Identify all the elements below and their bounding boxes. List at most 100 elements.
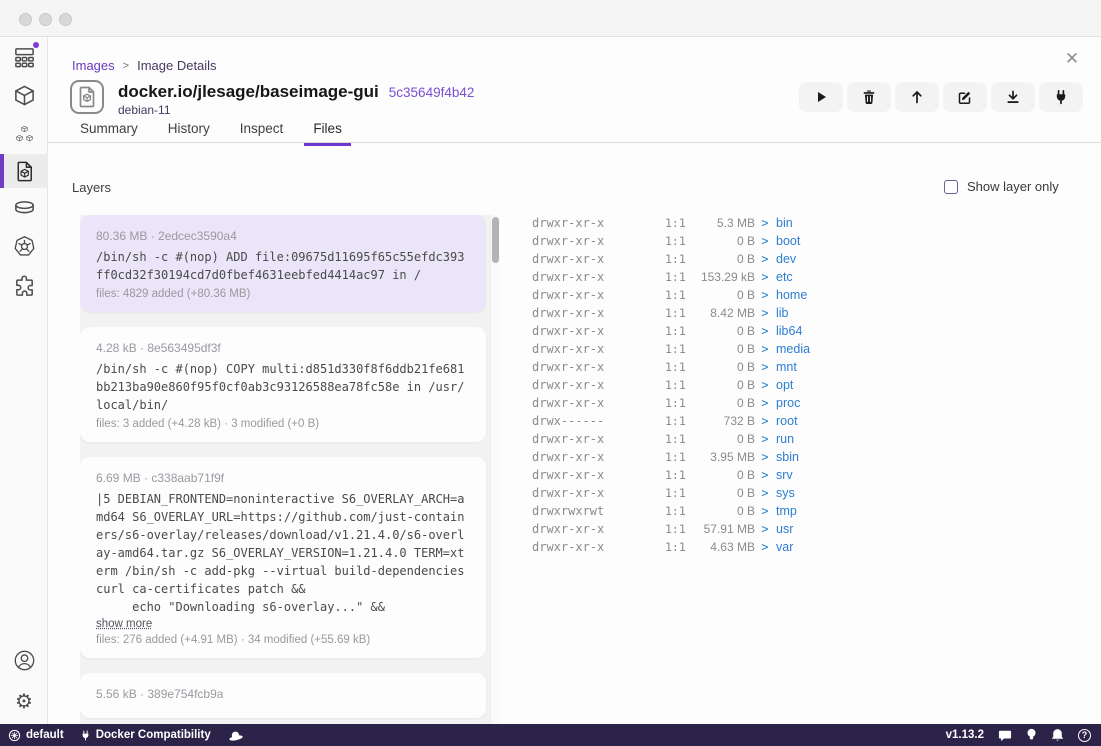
chevron-right-icon[interactable]: > xyxy=(755,376,775,394)
layer-card[interactable]: 4.28 kB · 8e563495df3f/bin/sh -c #(nop) … xyxy=(80,327,486,442)
chevron-right-icon[interactable]: > xyxy=(755,322,775,340)
sidebar-item-pods[interactable] xyxy=(0,115,48,154)
file-row[interactable]: drwxr-xr-x1:10 B>opt xyxy=(532,376,962,394)
file-name[interactable]: sys xyxy=(775,484,962,502)
close-icon[interactable]: ✕ xyxy=(1062,49,1082,69)
save-image-button[interactable] xyxy=(991,82,1035,112)
file-name[interactable]: run xyxy=(775,430,962,448)
chevron-right-icon[interactable]: > xyxy=(755,502,775,520)
layer-files-summary: files: 4829 added (+80.36 MB) xyxy=(96,288,470,300)
file-name[interactable]: bin xyxy=(775,214,962,232)
sidebar-item-settings[interactable]: ⚙ xyxy=(0,680,48,724)
layer-card[interactable]: 5.56 kB · 389e754fcb9a xyxy=(80,673,486,718)
file-name[interactable]: srv xyxy=(775,466,962,484)
feedback-button[interactable] xyxy=(998,729,1012,742)
file-row[interactable]: drwxr-xr-x1:10 B>home xyxy=(532,286,962,304)
chevron-right-icon[interactable]: > xyxy=(755,466,775,484)
show-layer-only-checkbox[interactable] xyxy=(944,180,958,194)
layers-scrollbar[interactable] xyxy=(490,215,500,724)
chevron-right-icon[interactable]: > xyxy=(755,286,775,304)
file-row[interactable]: drwxr-xr-x1:13.95 MB>sbin xyxy=(532,448,962,466)
help-icon[interactable]: ? xyxy=(1078,729,1091,742)
file-row[interactable]: drwxr-xr-x1:10 B>proc xyxy=(532,394,962,412)
sidebar-item-volumes[interactable] xyxy=(0,188,48,227)
file-name[interactable]: etc xyxy=(775,268,962,286)
breadcrumb-images-link[interactable]: Images xyxy=(72,58,115,73)
chevron-right-icon[interactable]: > xyxy=(755,250,775,268)
traffic-light-zoom-icon[interactable] xyxy=(59,13,72,26)
chevron-right-icon[interactable]: > xyxy=(755,538,775,556)
chevron-right-icon[interactable]: > xyxy=(755,412,775,430)
file-permissions: drwxr-xr-x xyxy=(532,520,665,538)
chevron-right-icon[interactable]: > xyxy=(755,394,775,412)
file-row[interactable]: drwxr-xr-x1:10 B>srv xyxy=(532,466,962,484)
show-more-link[interactable]: show more xyxy=(96,618,152,630)
file-name[interactable]: opt xyxy=(775,376,962,394)
file-row[interactable]: drwxr-xr-x1:10 B>dev xyxy=(532,250,962,268)
chevron-right-icon[interactable]: > xyxy=(755,268,775,286)
chevron-right-icon[interactable]: > xyxy=(755,520,775,538)
delete-image-button[interactable] xyxy=(847,82,891,112)
hat-icon xyxy=(227,729,244,742)
chevron-right-icon[interactable]: > xyxy=(755,304,775,322)
file-row[interactable]: drwxr-xr-x1:10 B>media xyxy=(532,340,962,358)
chevron-right-icon[interactable]: > xyxy=(755,484,775,502)
chevron-right-icon[interactable]: > xyxy=(755,232,775,250)
file-name[interactable]: lib xyxy=(775,304,962,322)
file-name[interactable]: tmp xyxy=(775,502,962,520)
edit-image-button[interactable] xyxy=(943,82,987,112)
chevron-right-icon[interactable]: > xyxy=(755,448,775,466)
chevron-right-icon[interactable]: > xyxy=(755,340,775,358)
file-name[interactable]: mnt xyxy=(775,358,962,376)
traffic-light-close-icon[interactable] xyxy=(19,13,32,26)
scrollbar-thumb[interactable] xyxy=(492,217,499,263)
file-name[interactable]: usr xyxy=(775,520,962,538)
file-row[interactable]: drwxr-xr-x1:14.63 MB>var xyxy=(532,538,962,556)
sidebar-item-kubernetes[interactable] xyxy=(0,227,48,266)
sidebar-item-dashboard[interactable] xyxy=(0,37,48,76)
machine-status[interactable]: default xyxy=(8,729,64,742)
run-image-button[interactable] xyxy=(799,82,843,112)
file-size: 0 B xyxy=(690,376,755,394)
file-size: 5.3 MB xyxy=(690,214,755,232)
file-name[interactable]: dev xyxy=(775,250,962,268)
chevron-right-icon[interactable]: > xyxy=(755,358,775,376)
docker-compatibility-status[interactable]: Docker Compatibility xyxy=(80,729,211,742)
sidebar-item-extensions[interactable] xyxy=(0,266,48,305)
podman-desktop-status[interactable] xyxy=(227,729,244,742)
file-name[interactable]: var xyxy=(775,538,962,556)
layer-card[interactable]: 80.36 MB · 2edcec3590a4/bin/sh -c #(nop)… xyxy=(80,215,486,312)
file-name[interactable]: home xyxy=(775,286,962,304)
sidebar-item-containers[interactable] xyxy=(0,76,48,115)
chevron-right-icon[interactable]: > xyxy=(755,430,775,448)
connect-icon xyxy=(1053,89,1069,105)
file-name[interactable]: sbin xyxy=(775,448,962,466)
file-name[interactable]: boot xyxy=(775,232,962,250)
connect-image-button[interactable] xyxy=(1039,82,1083,112)
lightbulb-button[interactable] xyxy=(1026,728,1037,742)
sidebar-item-account[interactable] xyxy=(0,641,48,680)
file-row[interactable]: drwxr-xr-x1:10 B>lib64 xyxy=(532,322,962,340)
chevron-right-icon[interactable]: > xyxy=(755,214,775,232)
file-row[interactable]: drwx------1:1732 B>root xyxy=(532,412,962,430)
file-row[interactable]: drwxr-xr-x1:10 B>run xyxy=(532,430,962,448)
file-row[interactable]: drwxrwxrwt1:10 B>tmp xyxy=(532,502,962,520)
show-layer-only-toggle[interactable]: Show layer only xyxy=(944,179,1059,194)
file-row[interactable]: drwxr-xr-x1:157.91 MB>usr xyxy=(532,520,962,538)
file-name[interactable]: lib64 xyxy=(775,322,962,340)
file-row[interactable]: drwxr-xr-x1:10 B>boot xyxy=(532,232,962,250)
file-size: 3.95 MB xyxy=(690,448,755,466)
push-image-button[interactable] xyxy=(895,82,939,112)
file-row[interactable]: drwxr-xr-x1:18.42 MB>lib xyxy=(532,304,962,322)
file-row[interactable]: drwxr-xr-x1:10 B>sys xyxy=(532,484,962,502)
sidebar-item-images[interactable] xyxy=(0,154,48,188)
file-name[interactable]: proc xyxy=(775,394,962,412)
file-row[interactable]: drwxr-xr-x1:15.3 MB>bin xyxy=(532,214,962,232)
layer-card[interactable]: 6.69 MB · c338aab71f9f|5 DEBIAN_FRONTEND… xyxy=(80,457,486,658)
notifications-button[interactable] xyxy=(1051,728,1064,742)
traffic-light-minimize-icon[interactable] xyxy=(39,13,52,26)
file-row[interactable]: drwxr-xr-x1:10 B>mnt xyxy=(532,358,962,376)
file-name[interactable]: media xyxy=(775,340,962,358)
file-row[interactable]: drwxr-xr-x1:1153.29 kB>etc xyxy=(532,268,962,286)
file-name[interactable]: root xyxy=(775,412,962,430)
